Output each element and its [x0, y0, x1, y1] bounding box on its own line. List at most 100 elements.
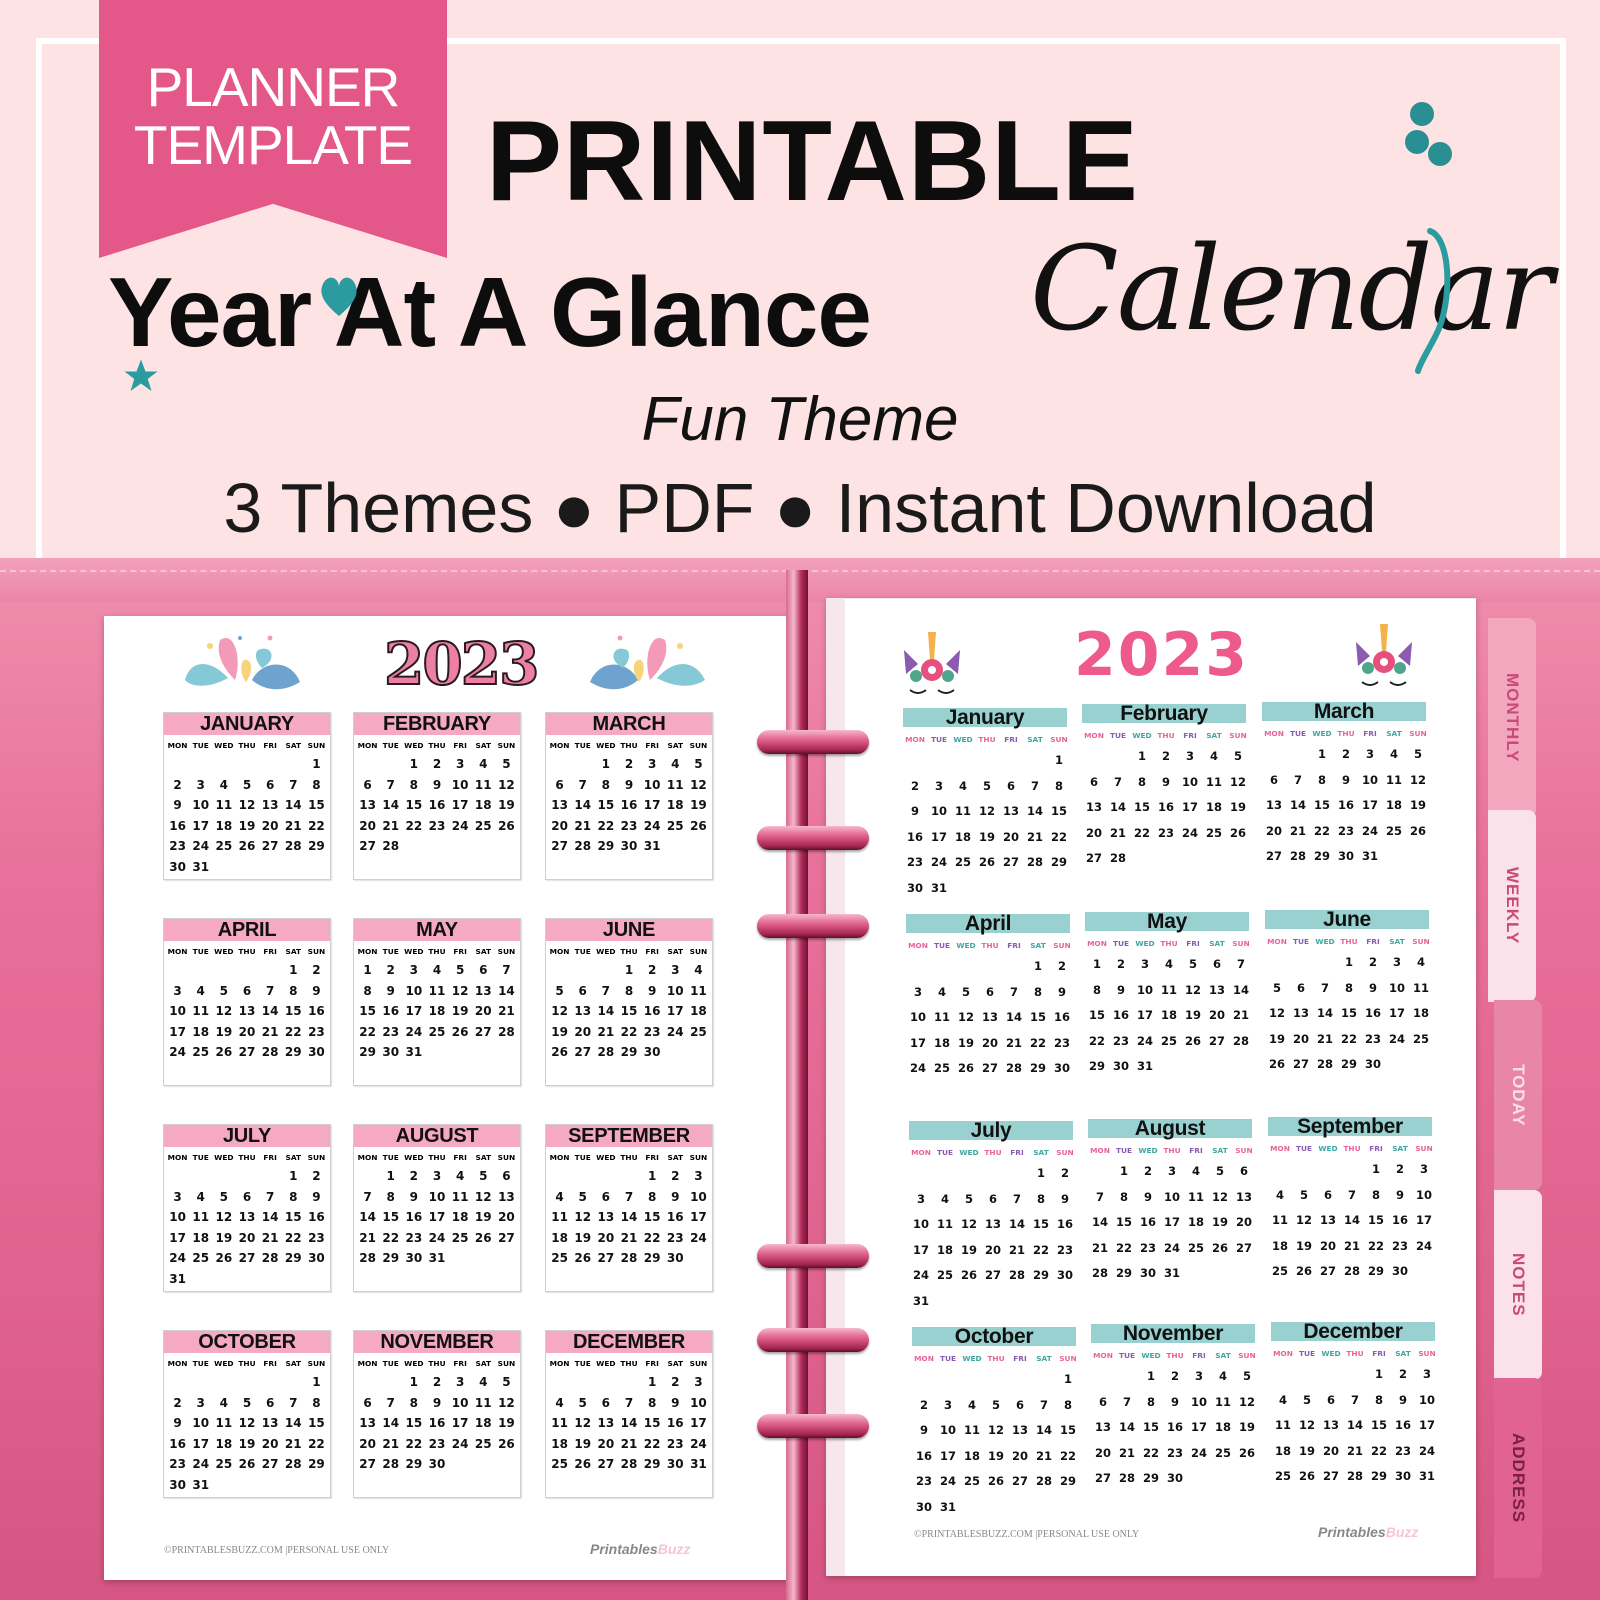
day-cell[interactable]: 27 [594, 1456, 617, 1473]
day-cell[interactable]: 1 [282, 1168, 305, 1185]
day-cell[interactable]: 27 [235, 1044, 258, 1061]
day-cell[interactable]: 9 [1391, 1390, 1415, 1416]
day-cell[interactable]: 30 [1388, 1261, 1412, 1287]
day-cell[interactable]: 13 [548, 797, 571, 814]
day-cell[interactable]: 26 [957, 1265, 981, 1291]
day-cell[interactable]: 16 [305, 1209, 328, 1226]
day-cell[interactable]: 24 [1187, 1443, 1211, 1469]
day-cell[interactable]: 18 [472, 797, 495, 814]
day-cell[interactable]: 28 [1002, 1058, 1026, 1084]
day-cell[interactable]: 23 [903, 852, 927, 878]
day-cell[interactable]: 9 [617, 777, 640, 794]
tab-monthly[interactable]: MONTHLY [1488, 618, 1536, 818]
day-cell[interactable]: 6 [356, 1395, 379, 1412]
day-cell[interactable]: 12 [495, 777, 518, 794]
day-cell[interactable]: 6 [1082, 772, 1106, 798]
day-cell[interactable]: 1 [1337, 952, 1361, 978]
day-cell[interactable]: 26 [1265, 1054, 1289, 1080]
day-cell[interactable]: 13 [235, 1209, 258, 1226]
day-cell[interactable]: 8 [1364, 1185, 1388, 1211]
day-cell[interactable]: 13 [259, 797, 282, 814]
day-cell[interactable]: 28 [571, 838, 594, 855]
day-cell[interactable]: 29 [1310, 846, 1334, 872]
day-cell[interactable]: 15 [1367, 1415, 1391, 1441]
day-cell[interactable]: 19 [548, 1024, 571, 1041]
day-cell[interactable]: 15 [1364, 1210, 1388, 1236]
day-cell[interactable]: 2 [166, 1395, 189, 1412]
day-cell[interactable]: 19 [687, 797, 710, 814]
day-cell[interactable]: 31 [189, 859, 212, 876]
day-cell[interactable]: 22 [1139, 1443, 1163, 1469]
day-cell[interactable]: 8 [1047, 776, 1071, 802]
day-cell[interactable]: 21 [495, 1003, 518, 1020]
day-cell[interactable]: 29 [379, 1250, 402, 1267]
day-cell[interactable]: 9 [1053, 1189, 1077, 1215]
day-cell[interactable]: 1 [1085, 954, 1109, 980]
day-cell[interactable]: 17 [1178, 797, 1202, 823]
day-cell[interactable]: 24 [687, 1436, 710, 1453]
day-cell[interactable]: 8 [641, 1189, 664, 1206]
day-cell[interactable]: 15 [617, 1003, 640, 1020]
day-cell[interactable]: 2 [425, 1374, 448, 1391]
day-cell[interactable]: 16 [166, 818, 189, 835]
day-cell[interactable]: 17 [1385, 1003, 1409, 1029]
day-cell[interactable]: 24 [449, 818, 472, 835]
day-cell[interactable]: 22 [1085, 1031, 1109, 1057]
day-cell[interactable]: 4 [1268, 1185, 1292, 1211]
day-cell[interactable]: 16 [617, 797, 640, 814]
day-cell[interactable]: 24 [906, 1058, 930, 1084]
day-cell[interactable]: 24 [1412, 1236, 1436, 1262]
day-cell[interactable]: 17 [687, 1209, 710, 1226]
day-cell[interactable]: 4 [1271, 1390, 1295, 1416]
day-cell[interactable]: 9 [641, 983, 664, 1000]
day-cell[interactable]: 23 [305, 1230, 328, 1247]
day-cell[interactable]: 22 [1029, 1240, 1053, 1266]
day-cell[interactable]: 22 [402, 818, 425, 835]
day-cell[interactable]: 13 [356, 797, 379, 814]
day-cell[interactable]: 16 [1053, 1214, 1077, 1240]
day-cell[interactable]: 22 [1367, 1441, 1391, 1467]
day-cell[interactable]: 22 [1056, 1446, 1080, 1472]
day-cell[interactable]: 16 [1361, 1003, 1385, 1029]
day-cell[interactable]: 9 [379, 983, 402, 1000]
day-cell[interactable]: 14 [379, 797, 402, 814]
day-cell[interactable]: 23 [1050, 1033, 1074, 1059]
day-cell[interactable]: 26 [472, 1230, 495, 1247]
day-cell[interactable]: 12 [954, 1007, 978, 1033]
day-cell[interactable]: 9 [912, 1420, 936, 1446]
day-cell[interactable]: 11 [664, 777, 687, 794]
day-cell[interactable]: 27 [1091, 1468, 1115, 1494]
day-cell[interactable]: 21 [282, 818, 305, 835]
day-cell[interactable]: 1 [1139, 1366, 1163, 1392]
day-cell[interactable]: 7 [282, 1395, 305, 1412]
day-cell[interactable]: 23 [664, 1230, 687, 1247]
day-cell[interactable]: 6 [981, 1189, 1005, 1215]
day-cell[interactable]: 23 [1361, 1029, 1385, 1055]
day-cell[interactable]: 13 [999, 801, 1023, 827]
day-cell[interactable]: 2 [1109, 954, 1133, 980]
day-cell[interactable]: 16 [1334, 795, 1358, 821]
day-cell[interactable]: 4 [472, 756, 495, 773]
day-cell[interactable]: 24 [1415, 1441, 1439, 1467]
day-cell[interactable]: 7 [1032, 1395, 1056, 1421]
day-cell[interactable]: 13 [495, 1189, 518, 1206]
day-cell[interactable]: 23 [1334, 821, 1358, 847]
day-cell[interactable]: 8 [1085, 980, 1109, 1006]
day-cell[interactable]: 9 [402, 1189, 425, 1206]
day-cell[interactable]: 12 [472, 1189, 495, 1206]
day-cell[interactable]: 21 [594, 1024, 617, 1041]
day-cell[interactable]: 24 [166, 1250, 189, 1267]
day-cell[interactable]: 7 [1313, 978, 1337, 1004]
day-cell[interactable]: 29 [282, 1044, 305, 1061]
day-cell[interactable]: 26 [1181, 1031, 1205, 1057]
day-cell[interactable]: 2 [305, 1168, 328, 1185]
day-cell[interactable]: 2 [617, 756, 640, 773]
day-cell[interactable]: 25 [548, 1250, 571, 1267]
day-cell[interactable]: 8 [282, 983, 305, 1000]
day-cell[interactable]: 30 [425, 1456, 448, 1473]
day-cell[interactable]: 2 [1361, 952, 1385, 978]
day-cell[interactable]: 10 [449, 1395, 472, 1412]
day-cell[interactable]: 10 [166, 1209, 189, 1226]
day-cell[interactable]: 23 [379, 1024, 402, 1041]
day-cell[interactable]: 25 [212, 1456, 235, 1473]
